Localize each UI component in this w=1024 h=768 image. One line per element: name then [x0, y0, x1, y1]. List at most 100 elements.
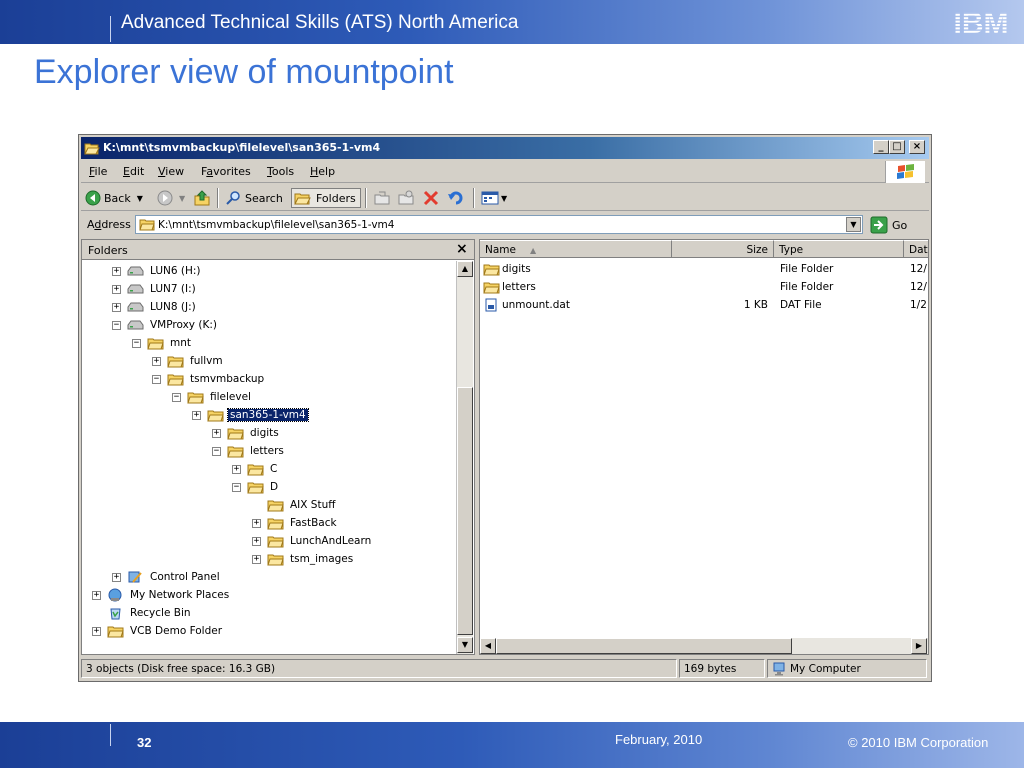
scroll-up-icon[interactable]: ▲: [457, 261, 473, 277]
folder-icon: [483, 282, 500, 294]
expand-icon[interactable]: +: [252, 518, 261, 528]
hscrollbar-thumb[interactable]: [496, 638, 792, 654]
file-row[interactable]: letters File Folder 12/: [480, 278, 928, 296]
folder-tree-scrollbar[interactable]: ▲ ▼: [456, 261, 473, 654]
tree-item[interactable]: AIX Stuff: [252, 496, 337, 514]
tree-item-label: VMProxy (K:): [150, 319, 217, 331]
tree-item[interactable]: − tsmvmbackup: [152, 370, 266, 388]
column-date[interactable]: Dat: [904, 240, 928, 258]
tree-item[interactable]: − D: [232, 478, 280, 496]
folder-tree: + LUN6 (H:) + LUN7 (I:) + LUN8 (J:) − VMProxy (…: [82, 261, 456, 654]
expand-icon[interactable]: +: [232, 464, 241, 474]
menu-help[interactable]: Help: [310, 165, 335, 178]
back-dropdown-icon[interactable]: ▼: [137, 194, 143, 203]
back-button[interactable]: Back ▼: [85, 188, 143, 208]
page-number: 32: [137, 735, 152, 750]
scroll-right-icon[interactable]: ▶: [911, 638, 927, 654]
expand-icon[interactable]: +: [252, 554, 261, 564]
address-dropdown-icon[interactable]: ▼: [846, 217, 861, 232]
tree-item[interactable]: − VMProxy (K:): [112, 316, 219, 334]
collapse-icon[interactable]: −: [132, 338, 141, 348]
column-name[interactable]: Name ▲: [480, 240, 672, 258]
file-row[interactable]: digits File Folder 12/: [480, 260, 928, 278]
menu-tools[interactable]: Tools: [267, 165, 294, 178]
menu-favorites[interactable]: Favorites: [201, 165, 251, 178]
menu-edit[interactable]: Edit: [123, 165, 144, 178]
window-titlebar[interactable]: K:\mnt\tsmvmbackup\filelevel\san365-1-vm…: [81, 137, 929, 159]
folder-icon: [107, 626, 124, 638]
views-dropdown-icon[interactable]: ▼: [501, 194, 507, 203]
scroll-left-icon[interactable]: ◀: [480, 638, 496, 654]
views-button[interactable]: ▼: [481, 188, 507, 208]
forward-dropdown-icon[interactable]: ▼: [179, 194, 185, 203]
minimize-button[interactable]: _: [873, 140, 889, 154]
folders-pane-title: Folders: [88, 244, 128, 257]
scroll-down-icon[interactable]: ▼: [457, 637, 473, 653]
tree-item[interactable]: + fullvm: [152, 352, 225, 370]
tree-item[interactable]: + digits: [212, 424, 281, 442]
expand-icon[interactable]: +: [92, 626, 101, 636]
maximize-button[interactable]: □: [889, 140, 905, 154]
slide: Advanced Technical Skills (ATS) North Am…: [0, 0, 1024, 768]
tree-item[interactable]: − letters: [212, 442, 286, 460]
file-list-hscrollbar[interactable]: ◀ ▶: [480, 638, 928, 654]
tree-item[interactable]: − mnt: [132, 334, 193, 352]
tree-item[interactable]: + san365-1-vm4: [192, 406, 309, 424]
collapse-icon[interactable]: −: [152, 374, 161, 384]
collapse-icon[interactable]: −: [212, 446, 221, 456]
expand-icon[interactable]: +: [252, 536, 261, 546]
tree-item[interactable]: + Control Panel: [112, 568, 222, 586]
expand-icon[interactable]: +: [112, 572, 121, 582]
collapse-icon[interactable]: −: [112, 320, 121, 330]
expand-icon[interactable]: +: [152, 356, 161, 366]
folder-icon: [227, 446, 244, 458]
tree-item[interactable]: + LUN7 (I:): [112, 280, 198, 298]
column-type[interactable]: Type: [774, 240, 904, 258]
expand-icon[interactable]: +: [112, 302, 121, 312]
file-list-header: Name ▲ Size Type Dat: [480, 240, 928, 258]
search-button[interactable]: Search: [225, 188, 283, 208]
collapse-icon[interactable]: −: [172, 392, 181, 402]
folders-pane-close-icon[interactable]: ×: [456, 241, 468, 257]
delete-button[interactable]: [423, 188, 439, 208]
tree-item[interactable]: + My Network Places: [92, 586, 231, 604]
tree-item[interactable]: + tsm_images: [252, 550, 355, 568]
tree-item[interactable]: + FastBack: [252, 514, 339, 532]
up-folder-button[interactable]: [193, 188, 211, 208]
tree-item-label: digits: [250, 427, 279, 439]
recycle-bin-icon: [110, 608, 121, 620]
expand-icon[interactable]: +: [192, 410, 201, 420]
toolbar-separator: [473, 188, 475, 208]
collapse-icon[interactable]: −: [232, 482, 241, 492]
move-to-button[interactable]: [373, 188, 391, 208]
address-label: Address: [87, 218, 131, 231]
tree-item[interactable]: + LUN6 (H:): [112, 262, 203, 280]
forward-button[interactable]: ▼: [157, 188, 185, 208]
menu-file[interactable]: File: [89, 165, 107, 178]
undo-button[interactable]: [447, 188, 465, 208]
expand-icon[interactable]: +: [92, 590, 101, 600]
address-input[interactable]: K:\mnt\tsmvmbackup\filelevel\san365-1-vm…: [135, 215, 863, 234]
menu-view[interactable]: View: [158, 165, 184, 178]
expand-icon[interactable]: +: [112, 284, 121, 294]
tree-item[interactable]: + VCB Demo Folder: [92, 622, 224, 640]
banner-divider: [110, 724, 111, 746]
up-folder-icon: [194, 190, 210, 206]
close-button[interactable]: ×: [909, 140, 925, 154]
tree-item[interactable]: + C: [232, 460, 279, 478]
folders-button[interactable]: Folders: [291, 188, 361, 208]
file-row[interactable]: unmount.dat 1 KB DAT File 1/2: [480, 296, 928, 314]
column-size[interactable]: Size: [672, 240, 774, 258]
expand-icon[interactable]: +: [212, 428, 221, 438]
go-button[interactable]: Go: [870, 215, 907, 235]
folder-icon: [147, 338, 164, 350]
tree-item[interactable]: + LUN8 (J:): [112, 298, 198, 316]
tree-item-label: AIX Stuff: [290, 499, 336, 511]
copy-to-button[interactable]: [397, 188, 415, 208]
scrollbar-thumb[interactable]: [457, 387, 473, 635]
expand-icon[interactable]: +: [112, 266, 121, 276]
tree-item[interactable]: Recycle Bin: [92, 604, 193, 622]
tree-item[interactable]: + LunchAndLearn: [252, 532, 373, 550]
tree-item[interactable]: − filelevel: [172, 388, 253, 406]
tree-item-label: VCB Demo Folder: [130, 625, 223, 637]
